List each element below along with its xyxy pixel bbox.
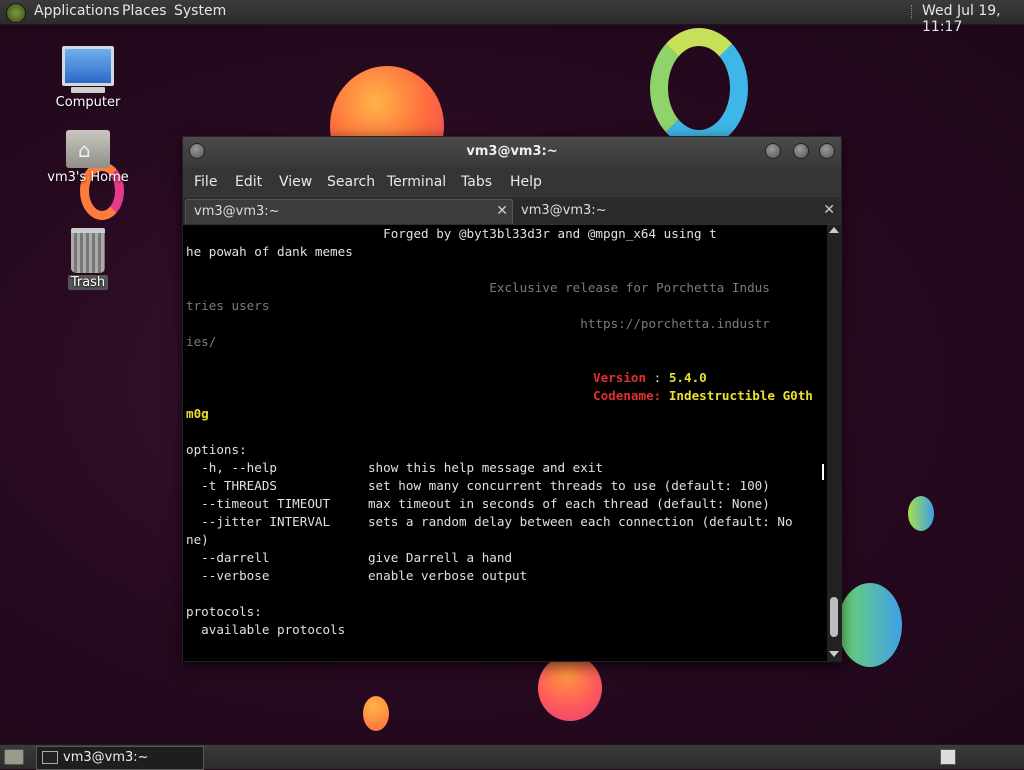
maximize-button[interactable] [793, 143, 809, 159]
home-folder-icon: ⌂ [66, 130, 110, 168]
codename-line: Codename: Indestructible G0th [593, 387, 813, 405]
menu-help[interactable]: Help [510, 174, 542, 190]
menu-tabs[interactable]: Tabs [461, 174, 492, 190]
house-glyph-icon: ⌂ [78, 138, 91, 162]
terminal-line: Forged by @byt3bl33d3r and @mpgn_x64 usi… [186, 226, 717, 241]
terminal-line: -t THREADS set how many concurrent threa… [186, 478, 770, 493]
terminal-line: --verbose enable verbose output [186, 568, 528, 583]
menu-view[interactable]: View [279, 174, 312, 190]
workspace-switcher-icon[interactable] [940, 749, 956, 765]
tab-label: vm3@vm3:~ [194, 204, 280, 219]
menu-edit[interactable]: Edit [235, 174, 262, 190]
scroll-down-icon[interactable] [829, 651, 839, 657]
version-line: Version : 5.4.0 [593, 369, 707, 387]
terminal-line: Exclusive release for Porchetta Indus [186, 280, 770, 295]
menu-file[interactable]: File [194, 174, 217, 190]
tab-2[interactable]: vm3@vm3:~ ✕ [513, 199, 839, 223]
codename-label: Codename: [593, 388, 662, 403]
desktop-icon-label: Computer [55, 95, 121, 110]
menu-search[interactable]: Search [327, 174, 375, 190]
version-value: 5.4.0 [668, 370, 707, 385]
scroll-up-icon[interactable] [829, 227, 839, 233]
terminal-output[interactable]: Forged by @byt3bl33d3r and @mpgn_x64 usi… [183, 225, 827, 661]
menu-system[interactable]: System [174, 3, 226, 19]
window-title: vm3@vm3:~ [466, 144, 558, 159]
tab-1[interactable]: vm3@vm3:~ ✕ [185, 199, 513, 224]
menu-terminal[interactable]: Terminal [387, 174, 446, 190]
minimize-button[interactable] [765, 143, 781, 159]
version-label: Version [593, 370, 647, 385]
desktop-icon-label: vm3's Home [47, 170, 129, 185]
terminal-line: available protocols [186, 622, 346, 637]
terminal-line: he powah of dank memes [186, 244, 353, 259]
tab-close-icon[interactable]: ✕ [823, 202, 835, 218]
tab-close-icon[interactable]: ✕ [496, 203, 508, 219]
show-desktop-icon[interactable] [4, 749, 24, 765]
window-titlebar[interactable]: vm3@vm3:~ [183, 137, 841, 167]
text-cursor-icon [822, 464, 824, 480]
terminal-line: --jitter INTERVAL sets a random delay be… [186, 514, 793, 529]
decor-small-orange-dot [363, 696, 389, 731]
codename-value: Indestructible G0th [661, 388, 813, 403]
terminal-app-icon [42, 751, 58, 764]
tab-label: vm3@vm3:~ [521, 203, 607, 218]
menubar: File Edit View Search Terminal Tabs Help [183, 168, 841, 196]
panel-separator-icon [911, 5, 915, 19]
decor-ring [650, 28, 748, 148]
taskbar-item-terminal[interactable]: vm3@vm3:~ [36, 746, 204, 770]
close-button[interactable] [819, 143, 835, 159]
terminal-line: ies/ [186, 334, 217, 349]
terminal-line: protocols: [186, 604, 262, 619]
terminal-line: --timeout TIMEOUT max timeout in seconds… [186, 496, 770, 511]
terminal-line: m0g [186, 406, 209, 421]
desktop-icon-computer[interactable]: Computer [43, 46, 133, 110]
app-menu-logo-icon[interactable] [6, 3, 26, 23]
computer-stand-icon [71, 87, 105, 93]
menu-applications[interactable]: Applications [34, 3, 120, 19]
trash-icon [71, 228, 105, 273]
terminal-line: ne) [186, 532, 209, 547]
terminal-line: https://porchetta.industr [186, 316, 770, 331]
clock[interactable]: Wed Jul 19, 11:17 [922, 3, 1024, 35]
menu-places[interactable]: Places [122, 3, 167, 19]
decor-pink-blob [538, 655, 602, 721]
version-sep: : [646, 370, 669, 385]
terminal-line: --darrell give Darrell a hand [186, 550, 513, 565]
computer-icon [62, 46, 114, 86]
terminal-line: options: [186, 442, 247, 457]
decor-blue-dot [908, 496, 934, 531]
top-panel: Applications Places System Wed Jul 19, 1… [0, 0, 1024, 35]
taskbar-item-label: vm3@vm3:~ [63, 750, 149, 765]
scroll-thumb[interactable] [830, 597, 838, 637]
bottom-panel: vm3@vm3:~ [0, 744, 1024, 770]
desktop-icon-trash[interactable]: Trash [43, 228, 133, 290]
desktop-icon-label: Trash [67, 275, 109, 290]
terminal-window: vm3@vm3:~ File Edit View Search Terminal… [182, 136, 842, 662]
terminal-line: -h, --help show this help message and ex… [186, 460, 604, 475]
scrollbar[interactable] [827, 225, 841, 661]
tab-bar: vm3@vm3:~ ✕ vm3@vm3:~ ✕ [183, 197, 841, 225]
terminal-line: tries users [186, 298, 270, 313]
desktop-icon-home[interactable]: ⌂ vm3's Home [43, 130, 133, 185]
decor-green-blue-blob [838, 583, 902, 667]
